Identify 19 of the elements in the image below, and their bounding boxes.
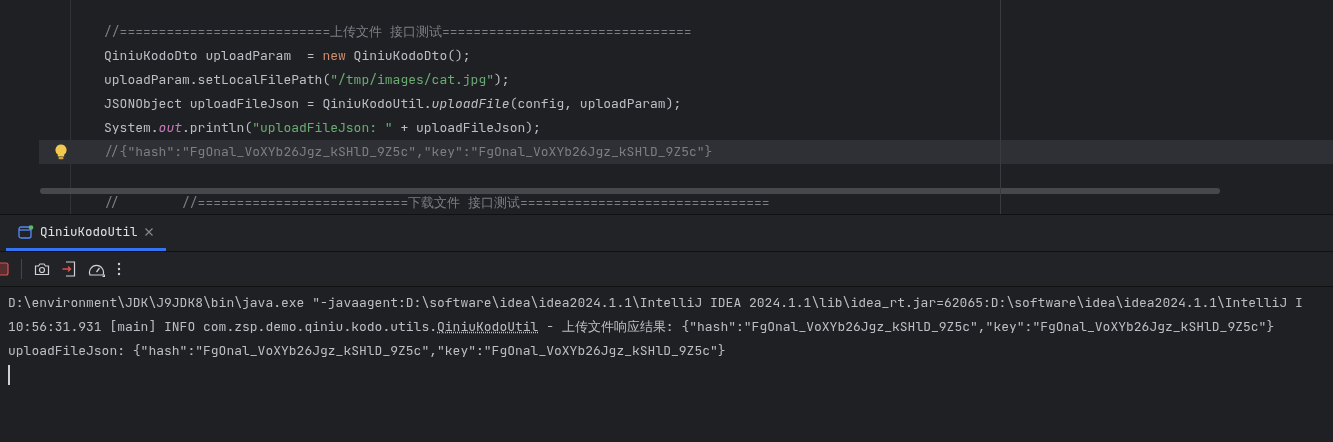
camera-icon[interactable] [34,262,50,276]
console-line: uploadFileJson: {"hash":"FgOnal_VoXYb26Jgz_kSHlD_9Z5c","key":"FgOnal_VoXYb26Jgz_kSHlD_9Z5c"} [8,341,726,361]
lightbulb-icon[interactable] [55,144,67,160]
stop-icon[interactable] [0,262,9,276]
text-cursor [8,365,10,385]
code-line: System.out.println("uploadFileJson: " + uploadFileJson); [104,119,541,137]
code-line: QiniuKodoDto uploadParam = new QiniuKodoDto(); [104,47,471,65]
exit-icon[interactable] [62,261,76,277]
scrollbar[interactable] [40,188,1220,194]
console-line: 10:56:31.931 [main] INFO com.zsp.demo.qiniu.kodo.utils.QiniuKodoUtil - 上传文件响应结果: {"hash":"FgOnal_VoXYb26Jgz_kSHlD_9Z5c","key":"FgOnal_VoXYb26Jgz_kSHlD_9Z5c"} [8,317,1275,337]
close-icon[interactable] [143,226,154,237]
code-line: //{"hash":"FgOnal_VoXYb26Jgz_kSHlD_9Z5c","key":"FgOnal_VoXYb26Jgz_kSHlD_9Z5c"} [104,143,713,161]
console-line: D:\environment\JDK\J9JDK8\bin\java.exe "-javaagent:D:\software\idea\idea2024.1.1\IntelliJ IDEA 2024.1.1\lib\idea_rt.jar=62065:D:\software\idea\idea2024.1.1\IntelliJ I [8,293,1303,313]
code-line: JSONObject uploadFileJson = QiniuKodoUtil.uploadFile(config, uploadParam); [104,95,682,113]
code-line: // //===========================下载文件 接口测试================================ [104,194,770,212]
code-line: uploadParam.setLocalFilePath("/tmp/images/cat.jpg"); [104,71,510,89]
window-icon [18,224,34,239]
more-icon[interactable] [117,262,121,276]
code-line: //===========================上传文件 接口测试================================ [104,23,692,41]
